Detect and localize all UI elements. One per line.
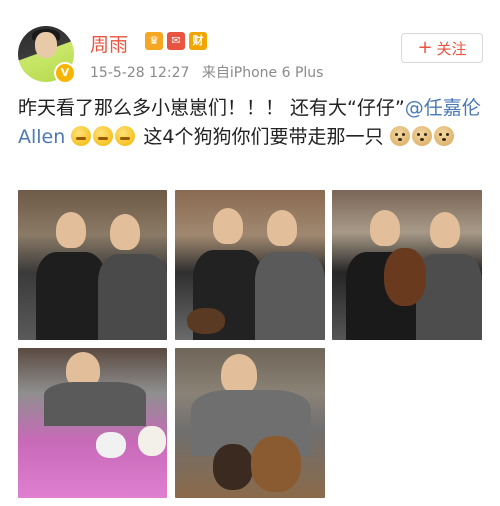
plus-icon: + bbox=[417, 37, 433, 58]
doge-emoji-icon bbox=[433, 126, 454, 146]
follow-label: 关注 bbox=[436, 39, 467, 58]
follow-button[interactable]: + 关注 bbox=[401, 33, 483, 63]
red-envelope-icon[interactable]: ✉ bbox=[167, 32, 185, 50]
vip-icon[interactable]: 财 bbox=[189, 32, 207, 50]
post-meta: 15-5-28 12:27 来自iPhone 6 Plus bbox=[90, 62, 323, 82]
user-badges: ♛ ✉ 财 bbox=[145, 32, 207, 50]
post-photo-1[interactable] bbox=[18, 190, 167, 340]
post-photo-2[interactable] bbox=[175, 190, 325, 340]
post-text-part1: 昨天看了那么多小崽崽们！！！ 还有大“仔仔” bbox=[18, 97, 405, 119]
awkward-emoji-icon bbox=[71, 126, 92, 146]
doge-emoji-icon bbox=[411, 126, 432, 146]
post-text-part2: 这4个狗狗你们要带走那一只 bbox=[137, 126, 384, 148]
doge-emoji-icon bbox=[389, 126, 410, 146]
user-avatar[interactable]: V bbox=[18, 26, 76, 84]
username[interactable]: 周雨 bbox=[90, 30, 128, 57]
post-source: 来自iPhone 6 Plus bbox=[201, 65, 324, 81]
post-photo-5[interactable] bbox=[175, 348, 325, 498]
awkward-emoji-icon bbox=[115, 126, 136, 146]
post-photo-4[interactable] bbox=[18, 348, 167, 498]
post-timestamp: 15-5-28 12:27 bbox=[90, 65, 190, 81]
awkward-emoji-icon bbox=[93, 126, 114, 146]
post-header: V 周雨 ♛ ✉ 财 15-5-28 12:27 来自iPhone 6 Plus… bbox=[0, 0, 500, 95]
verified-icon: V bbox=[54, 62, 76, 84]
post-text: 昨天看了那么多小崽崽们！！！ 还有大“仔仔”@任嘉伦Allen 这4个狗狗你们要… bbox=[18, 94, 486, 152]
post-photo-3[interactable] bbox=[332, 190, 482, 340]
crown-icon[interactable]: ♛ bbox=[145, 32, 163, 50]
